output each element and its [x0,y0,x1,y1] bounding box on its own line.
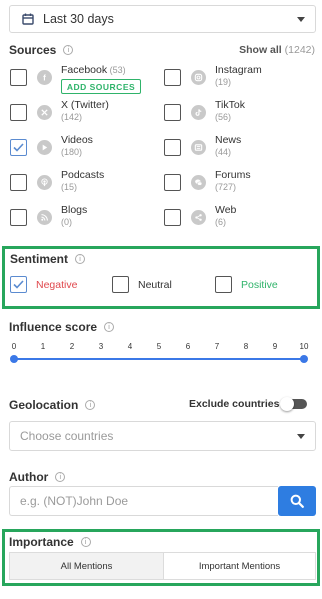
add-sources-button[interactable]: ADD SOURCES [61,79,141,94]
source-count-forums: (727) [215,182,237,192]
instagram-icon [191,70,206,85]
source-count-news: (44) [215,147,232,157]
info-icon: i [104,322,115,332]
rss-icon [37,210,52,225]
chevron-down-icon [297,433,305,439]
source-count-tiktok: (56) [215,112,232,122]
influence-tick-label: 8 [243,342,249,351]
info-icon: i [55,472,66,482]
source-checkbox-forums[interactable] [164,174,181,191]
author-title: Author i [9,470,66,484]
source-checkbox-web[interactable] [164,209,181,226]
date-range-value: Last 30 days [43,12,114,26]
influence-tick-label: 7 [214,342,220,351]
source-checkbox-news[interactable] [164,139,181,156]
influence-tick-label: 5 [156,342,162,351]
sentiment-label-positive: Positive [241,279,278,291]
source-name-videos: Videos [61,134,93,146]
info-icon: i [80,537,91,547]
facebook-icon: f [37,70,52,85]
source-name-web: Web [215,204,237,216]
source-name-news: News [215,134,242,146]
countries-select[interactable]: Choose countries [9,421,316,451]
x-twitter-icon [37,105,52,120]
influence-tick-label: 6 [185,342,191,351]
countries-placeholder: Choose countries [20,429,114,443]
sentiment-label-neutral: Neutral [138,279,172,291]
source-name-instagram: Instagram [215,64,262,76]
source-checkbox-facebook[interactable] [10,69,27,86]
source-checkbox-blogs[interactable] [10,209,27,226]
news-icon [191,140,206,155]
source-count-podcasts: (15) [61,182,78,192]
info-icon: i [75,254,86,264]
influence-title: Influence score i [9,320,115,334]
calendar-icon [22,13,34,25]
sentiment-checkbox-negative[interactable] [10,276,27,293]
influence-slider-max-handle[interactable] [300,355,308,363]
source-name-blogs: Blogs [61,204,88,216]
influence-slider-min-handle[interactable] [10,355,18,363]
source-count-web: (6) [215,217,226,227]
source-count-blogs: (0) [61,217,72,227]
source-checkbox-tiktok[interactable] [164,104,181,121]
play-icon [37,140,52,155]
influence-tick-label: 2 [69,342,75,351]
importance-all-mentions[interactable]: All Mentions [9,552,164,580]
date-range-select[interactable]: Last 30 days [9,5,316,33]
info-icon: i [85,400,96,410]
influence-tick-label: 3 [98,342,104,351]
source-count-instagram: (19) [215,77,232,87]
exclude-countries-toggle[interactable] [280,397,307,411]
podcast-icon [37,175,52,190]
influence-tick-label: 1 [40,342,46,351]
tiktok-icon [191,105,206,120]
source-checkbox-videos[interactable] [10,139,27,156]
source-name-facebook: Facebook (53) [61,64,126,76]
influence-tick-label: 4 [127,342,133,351]
sentiment-title: Sentiment i [10,252,86,266]
info-icon: i [63,45,74,55]
forum-icon [191,175,206,190]
importance-title: Importance i [9,535,91,549]
source-count-videos: (180) [61,147,83,157]
svg-text:f: f [43,74,46,82]
influence-tick-label: 10 [299,342,309,351]
source-name-tiktok: TikTok [215,99,245,111]
share-icon [191,210,206,225]
sources-title: Sources i [9,43,74,57]
influence-tick-label: 0 [11,342,17,351]
source-count-x-twitter: (142) [61,112,83,122]
source-checkbox-x-twitter[interactable] [10,104,27,121]
sentiment-label-negative: Negative [36,279,78,291]
source-count-facebook: (53) [107,65,126,75]
exclude-countries-label: Exclude countries [189,398,280,410]
show-all-link[interactable]: Show all (1242) [239,44,315,56]
importance-important-mentions[interactable]: Important Mentions [163,552,316,580]
sentiment-checkbox-neutral[interactable] [112,276,129,293]
influence-tick-label: 9 [272,342,278,351]
influence-slider-track[interactable] [14,358,304,360]
source-name-podcasts: Podcasts [61,169,105,181]
chevron-down-icon [297,16,305,22]
author-placeholder: e.g. (NOT)John Doe [20,494,129,508]
source-name-x-twitter: X (Twitter) [61,99,109,111]
geolocation-title: Geolocation i [9,398,96,412]
source-checkbox-podcasts[interactable] [10,174,27,191]
source-name-forums: Forums [215,169,251,181]
author-input[interactable]: e.g. (NOT)John Doe [9,486,278,516]
sentiment-checkbox-positive[interactable] [215,276,232,293]
search-icon [290,494,304,508]
author-search-button[interactable] [278,486,316,516]
source-checkbox-instagram[interactable] [164,69,181,86]
